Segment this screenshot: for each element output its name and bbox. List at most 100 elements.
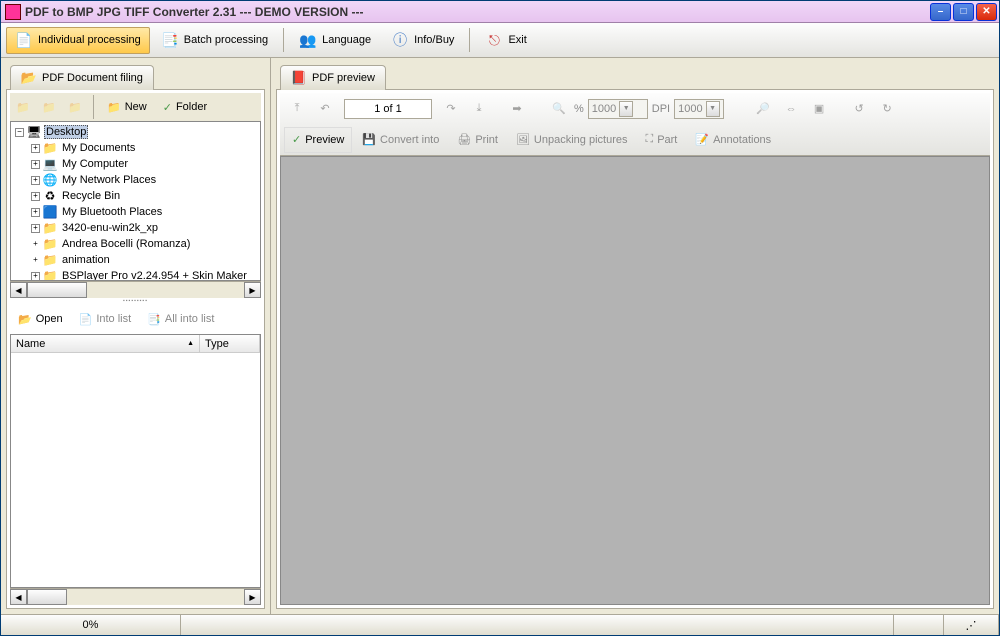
tree-label: Andrea Bocelli (Romanza) [60, 238, 192, 250]
part-button[interactable]: ⛶Part [637, 127, 685, 153]
tab-pdf-document-filing[interactable]: 📂 PDF Document filing [10, 65, 154, 90]
annotations-button[interactable]: 📝Annotations [687, 127, 779, 153]
folder-back-icon: 📁 [16, 101, 30, 114]
tree-label: My Bluetooth Places [60, 206, 164, 218]
folder-icon: 📁 [42, 236, 58, 252]
nav-back-button: 📁 [11, 95, 35, 119]
folder-icon: 💻 [42, 156, 58, 172]
folder-icon: 🟦 [42, 204, 58, 220]
tree-item[interactable]: +🟦My Bluetooth Places [13, 204, 258, 220]
folder-icon: 📂 [21, 70, 37, 86]
scroll-right-button[interactable]: ▶ [244, 282, 261, 298]
all-into-list-icon: 📑 [147, 313, 161, 326]
first-page-button: ⤒ [284, 96, 310, 122]
file-list[interactable]: Name▲ Type [10, 334, 261, 588]
expand-button[interactable]: + [31, 224, 40, 233]
tree-item[interactable]: +📁3420-enu-win2k_xp [13, 220, 258, 236]
scroll-thumb[interactable] [27, 589, 67, 605]
expand-button[interactable]: + [31, 208, 40, 217]
scroll-thumb[interactable] [27, 282, 87, 298]
language-button[interactable]: 👥 Language [290, 27, 380, 54]
zoom-out-button: 🔍 [546, 96, 572, 122]
folder-icon: 📁 [42, 252, 58, 268]
tree-label: My Computer [60, 158, 130, 170]
dpi-combo[interactable]: 1000▼ [674, 99, 724, 119]
expand-button[interactable]: + [31, 192, 40, 201]
tree-label: My Network Places [60, 174, 158, 186]
convert-button[interactable]: 💾Convert into [354, 127, 447, 153]
all-into-list-button[interactable]: 📑All into list [140, 307, 221, 331]
tree-label: My Documents [60, 142, 137, 154]
scroll-right-button[interactable]: ▶ [244, 589, 261, 605]
minimize-button[interactable]: – [930, 3, 951, 21]
exit-button[interactable]: ⎋ Exit [476, 27, 535, 54]
list-hscroll[interactable]: ◀ ▶ [10, 588, 261, 605]
batch-processing-button[interactable]: 📑 Batch processing [152, 27, 277, 54]
titlebar: PDF to BMP JPG TIFF Converter 2.31 --- D… [1, 1, 999, 23]
chevron-down-icon: ▼ [706, 101, 720, 117]
left-pane: 📂 PDF Document filing 📁 📁 📁 📁New ✓Folder… [1, 58, 271, 614]
tree-item[interactable]: +💻My Computer [13, 156, 258, 172]
zoom-in-button: 🔎 [750, 96, 776, 122]
info-buy-button[interactable]: ⓘ Info/Buy [382, 27, 463, 54]
preview-button[interactable]: ✓Preview [284, 127, 352, 153]
separator [283, 28, 284, 52]
statusbar: 0% ⋰ [1, 614, 999, 635]
right-pane: 📕 PDF preview ⤒ ↶ 1 of 1 ↷ ⤓ ➡ 🔍 [271, 58, 999, 614]
print-icon: 🖨 [457, 133, 471, 146]
folder-tree[interactable]: −🖥Desktop+📁My Documents+💻My Computer+🌐My… [10, 121, 261, 281]
column-name[interactable]: Name▲ [11, 335, 200, 352]
maximize-button[interactable]: □ [953, 3, 974, 21]
tree-item-desktop[interactable]: Desktop [44, 125, 88, 139]
separator [93, 95, 94, 119]
documents-icon: 📑 [161, 31, 179, 49]
new-folder-button[interactable]: 📁New [100, 95, 154, 119]
expand-button[interactable]: + [31, 176, 40, 185]
expand-button: + [31, 240, 40, 249]
unpack-button[interactable]: 🖼Unpacking pictures [508, 127, 636, 153]
folder-up-icon: 📁 [68, 101, 82, 114]
tree-item[interactable]: +♻Recycle Bin [13, 188, 258, 204]
individual-processing-button[interactable]: 📄 Individual processing [6, 27, 150, 54]
expand-button[interactable]: + [31, 144, 40, 153]
folder-icon: 🌐 [42, 172, 58, 188]
pdf-icon: 📕 [291, 70, 307, 86]
chevron-down-icon: ▼ [619, 101, 633, 117]
expand-button[interactable]: + [31, 160, 40, 169]
folder-icon: ♻ [42, 188, 58, 204]
rotate-left-icon: ↺ [855, 102, 864, 115]
tree-item[interactable]: +📁BSPlayer Pro v2.24.954 + Skin Maker [13, 268, 258, 281]
status-progress: 0% [1, 615, 181, 635]
tree-label: BSPlayer Pro v2.24.954 + Skin Maker [60, 270, 249, 281]
last-page-button: ⤓ [466, 96, 492, 122]
open-button[interactable]: 📂Open [11, 307, 70, 331]
next-page-button: ↷ [438, 96, 464, 122]
folder-button[interactable]: ✓Folder [156, 95, 214, 119]
prev-page-icon: ↶ [320, 102, 329, 115]
zoom-combo[interactable]: 1000▼ [588, 99, 648, 119]
expand-button[interactable]: − [15, 128, 24, 137]
scroll-left-button[interactable]: ◀ [10, 282, 27, 298]
prev-page-button: ↶ [312, 96, 338, 122]
scroll-left-button[interactable]: ◀ [10, 589, 27, 605]
tree-item[interactable]: +📁Andrea Bocelli (Romanza) [13, 236, 258, 252]
tree-item[interactable]: +📁My Documents [13, 140, 258, 156]
into-list-icon: 📄 [79, 313, 93, 326]
window-title: PDF to BMP JPG TIFF Converter 2.31 --- D… [25, 5, 930, 19]
tree-item[interactable]: +📁animation [13, 252, 258, 268]
expand-button[interactable]: + [31, 272, 40, 281]
print-button[interactable]: 🖨Print [449, 127, 506, 153]
goto-button: ➡ [504, 96, 530, 122]
status-grip: ⋰ [944, 615, 999, 635]
tree-hscroll[interactable]: ◀ ▶ [10, 281, 261, 298]
arrow-right-icon: ➡ [512, 102, 521, 115]
status-seg2 [894, 615, 944, 635]
fit-width-icon: ⇔ [786, 103, 797, 115]
column-type[interactable]: Type [200, 335, 260, 352]
tree-item[interactable]: +🌐My Network Places [13, 172, 258, 188]
folder-check-icon: ✓ [163, 101, 172, 114]
tab-pdf-preview[interactable]: 📕 PDF preview [280, 65, 386, 90]
close-button[interactable]: ✕ [976, 3, 997, 21]
into-list-button[interactable]: 📄Into list [72, 307, 139, 331]
tree-label: animation [60, 254, 112, 266]
